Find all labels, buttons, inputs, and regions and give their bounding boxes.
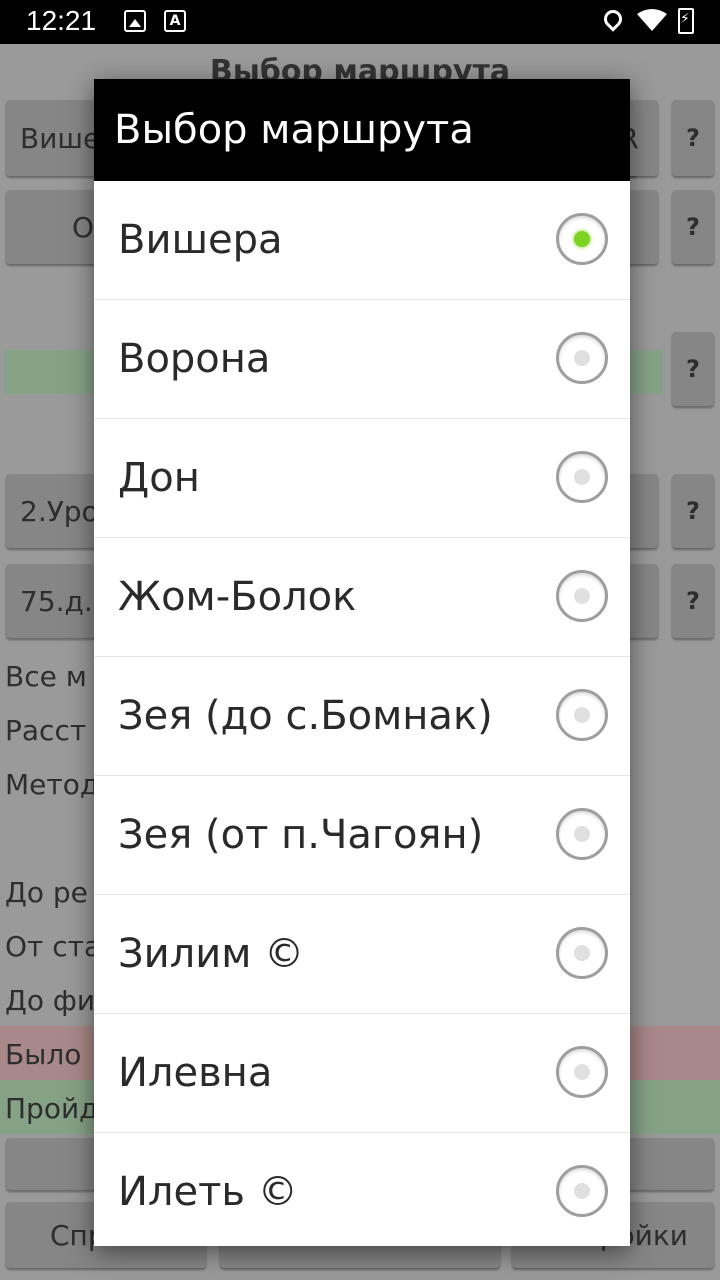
open-button-label: О bbox=[72, 210, 95, 244]
route-option-label: Жом-Болок bbox=[118, 574, 357, 620]
status-bar: 12:21 A bbox=[0, 0, 720, 44]
route-option-ilevna[interactable]: Илевна bbox=[94, 1014, 630, 1133]
help-button-label: ? bbox=[686, 213, 700, 241]
route-option-label: Вишера bbox=[118, 217, 283, 263]
route-option-zhom-bolok[interactable]: Жом-Болок bbox=[94, 538, 630, 657]
info-line-4: До ре bbox=[5, 876, 88, 909]
battery-charging-icon bbox=[678, 8, 694, 34]
route-option-don[interactable]: Дон bbox=[94, 419, 630, 538]
help-button-open[interactable]: ? bbox=[672, 190, 714, 264]
help-button-label: ? bbox=[686, 497, 700, 525]
info-line-3: Метод bbox=[5, 768, 100, 801]
radio-unchecked-icon[interactable] bbox=[556, 451, 608, 503]
route-option-zeya-chagoyan[interactable]: Зея (от п.Чагоян) bbox=[94, 776, 630, 895]
route-option-label: Зея (до с.Бомнак) bbox=[118, 693, 493, 739]
help-button-progress[interactable]: ? bbox=[672, 332, 714, 406]
status-time: 12:21 bbox=[26, 5, 97, 36]
route-option-label: Илевна bbox=[118, 1050, 273, 1096]
route-option-label: Ворона bbox=[118, 336, 271, 382]
radio-unchecked-icon[interactable] bbox=[556, 1046, 608, 1098]
help-button-level[interactable]: ? bbox=[672, 474, 714, 548]
radio-checked-icon[interactable] bbox=[556, 213, 608, 265]
help-button-label: ? bbox=[686, 355, 700, 383]
route-select-dialog: Выбор маршрута Вишера Ворона Дон Жом-Бол… bbox=[94, 79, 630, 1246]
radio-unchecked-icon[interactable] bbox=[556, 1165, 608, 1217]
radio-unchecked-icon[interactable] bbox=[556, 570, 608, 622]
info-line-8: Пройд bbox=[5, 1092, 99, 1125]
info-line-2: Расст bbox=[5, 714, 87, 747]
level-select-value: 2.Уро bbox=[20, 494, 99, 528]
route-option-vishera[interactable]: Вишера bbox=[94, 181, 630, 300]
route-option-label: Зилим © bbox=[118, 931, 305, 977]
help-button-label: ? bbox=[686, 587, 700, 615]
radio-unchecked-icon[interactable] bbox=[556, 332, 608, 384]
route-option-label: Зея (от п.Чагоян) bbox=[118, 812, 484, 858]
help-button-route[interactable]: ? bbox=[672, 100, 714, 176]
info-line-5: От ста bbox=[5, 930, 102, 963]
route-option-ilet[interactable]: Илеть © bbox=[94, 1133, 630, 1246]
radio-unchecked-icon[interactable] bbox=[556, 927, 608, 979]
wifi-icon bbox=[637, 9, 667, 31]
radio-unchecked-icon[interactable] bbox=[556, 808, 608, 860]
info-line-7: Было bbox=[5, 1038, 82, 1071]
help-button-label: ? bbox=[686, 124, 700, 152]
route-option-zeya-bomnak[interactable]: Зея (до с.Бомнак) bbox=[94, 657, 630, 776]
location-icon bbox=[600, 6, 626, 32]
info-line-1: Все м bbox=[5, 660, 87, 693]
route-option-zilim[interactable]: Зилим © bbox=[94, 895, 630, 1014]
image-icon bbox=[124, 10, 146, 32]
help-button-distance[interactable]: ? bbox=[672, 564, 714, 638]
route-option-label: Илеть © bbox=[118, 1169, 298, 1215]
radio-unchecked-icon[interactable] bbox=[556, 689, 608, 741]
font-a-icon: A bbox=[164, 10, 186, 32]
route-option-label: Дон bbox=[118, 455, 200, 501]
distance-select-value: 75.д. bbox=[20, 584, 93, 618]
route-option-vorona[interactable]: Ворона bbox=[94, 300, 630, 419]
info-line-6: До фи bbox=[5, 984, 96, 1017]
dialog-title: Выбор маршрута bbox=[94, 79, 630, 181]
